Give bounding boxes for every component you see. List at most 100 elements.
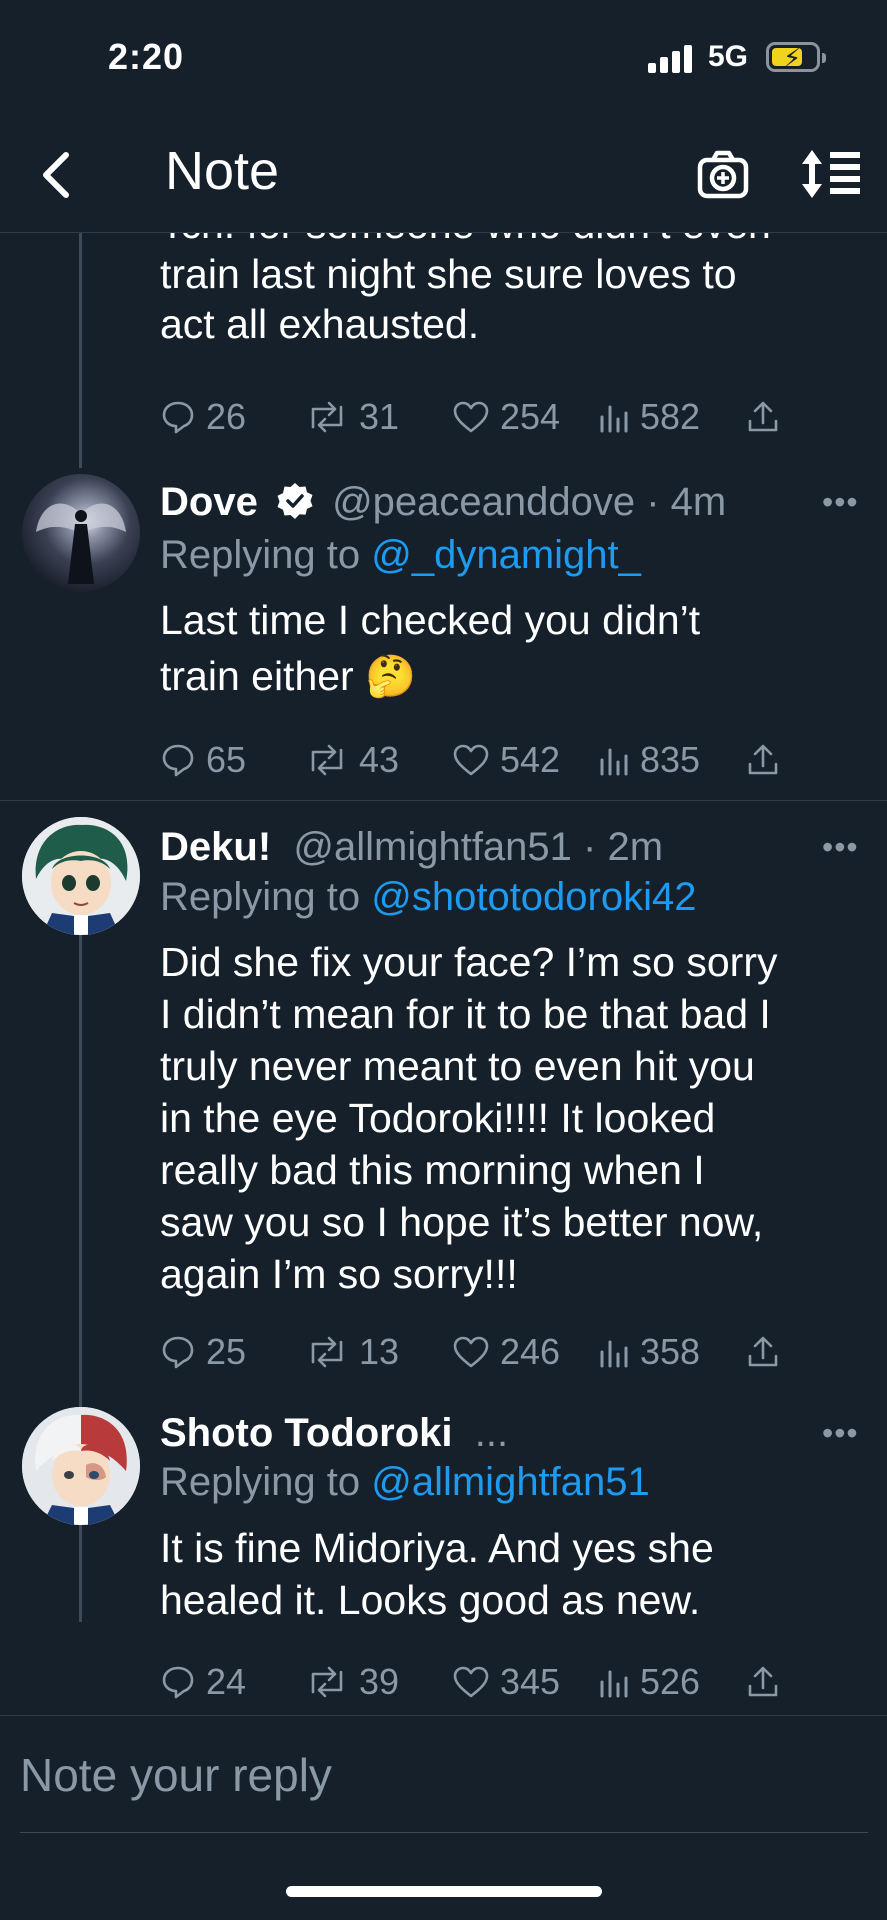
share-button[interactable] bbox=[746, 735, 790, 785]
retweet-button[interactable]: 31 bbox=[305, 392, 399, 442]
reply-mention-link[interactable]: @allmightfan51 bbox=[371, 1460, 650, 1504]
tweet-text-line: Did she fix your face? I’m so sorry bbox=[160, 939, 778, 985]
views-icon bbox=[600, 1670, 628, 1698]
replying-to: Replying to @_dynamight_ bbox=[160, 530, 641, 580]
views-button[interactable]: 582 bbox=[598, 392, 700, 442]
replying-to: Replying to @shototodoroki42 bbox=[160, 872, 697, 922]
like-count: 345 bbox=[500, 1661, 561, 1702]
share-button[interactable] bbox=[746, 1327, 790, 1377]
share-icon bbox=[748, 744, 778, 775]
thread-line bbox=[79, 232, 82, 468]
like-icon bbox=[453, 401, 489, 433]
reply-count: 65 bbox=[206, 739, 247, 780]
retweet-button[interactable]: 39 bbox=[305, 1657, 399, 1707]
retweet-icon bbox=[311, 401, 343, 433]
retweet-icon bbox=[311, 1666, 343, 1698]
reply-input[interactable]: Note your reply bbox=[20, 1748, 332, 1802]
battery-icon: ⚡ bbox=[766, 42, 826, 73]
retweet-count: 43 bbox=[359, 739, 400, 780]
tweet-text-line: train either 🤔 bbox=[160, 653, 417, 699]
tweet-text-line: act all exhausted. bbox=[160, 301, 480, 347]
home-indicator[interactable] bbox=[286, 1886, 602, 1897]
reply-mention-link[interactable]: @_dynamight_ bbox=[371, 533, 641, 577]
share-icon bbox=[748, 1666, 778, 1697]
views-count: 835 bbox=[640, 739, 701, 780]
divider bbox=[0, 800, 887, 801]
display-name[interactable]: Shoto Todoroki bbox=[160, 1411, 453, 1455]
views-count: 582 bbox=[640, 396, 701, 437]
camera-add-icon[interactable] bbox=[696, 148, 750, 202]
reply-button[interactable]: 25 bbox=[160, 1327, 246, 1377]
status-bar: 2:20 5G ⚡ bbox=[0, 0, 887, 120]
views-button[interactable]: 526 bbox=[598, 1657, 700, 1707]
tweet-header: Dove @peaceanddove · 4m bbox=[160, 477, 726, 527]
views-count: 358 bbox=[640, 1331, 701, 1372]
tweet-actions: 65 43 542 835 bbox=[160, 735, 780, 785]
more-options-icon[interactable]: ••• bbox=[822, 1415, 859, 1452]
tweet-text-line: I didn’t mean for it to be that bad I bbox=[160, 991, 771, 1037]
reply-icon bbox=[162, 1666, 194, 1699]
views-button[interactable]: 835 bbox=[598, 735, 700, 785]
retweet-count: 31 bbox=[359, 396, 400, 437]
reply-button[interactable]: 65 bbox=[160, 735, 246, 785]
reply-button[interactable]: 24 bbox=[160, 1657, 246, 1707]
status-time: 2:20 bbox=[108, 36, 185, 77]
share-icon bbox=[748, 1336, 778, 1367]
retweet-button[interactable]: 13 bbox=[305, 1327, 399, 1377]
reply-icon bbox=[162, 401, 194, 434]
like-icon bbox=[453, 1666, 489, 1698]
network-label: 5G bbox=[708, 40, 749, 73]
signal-icon bbox=[648, 45, 692, 73]
like-button[interactable]: 345 bbox=[452, 1657, 560, 1707]
reply-count: 24 bbox=[206, 1661, 247, 1702]
avatar-image bbox=[36, 503, 126, 584]
display-name[interactable]: Deku! bbox=[160, 825, 271, 869]
handle-time[interactable]: @allmightfan51 · 2m bbox=[293, 825, 663, 869]
avatar-image bbox=[22, 1407, 140, 1525]
share-button[interactable] bbox=[746, 392, 790, 442]
like-icon bbox=[453, 1336, 489, 1368]
reply-button[interactable]: 26 bbox=[160, 392, 246, 442]
like-button[interactable]: 542 bbox=[452, 735, 560, 785]
handle-truncated[interactable]: ... bbox=[475, 1411, 508, 1455]
avatar[interactable] bbox=[22, 1407, 140, 1525]
page-title: Note bbox=[165, 141, 280, 201]
views-count: 526 bbox=[640, 1661, 701, 1702]
thread-feed[interactable]: Tch. for someone who didn’t even train l… bbox=[0, 232, 887, 1715]
reply-mention-link[interactable]: @shototodoroki42 bbox=[371, 875, 696, 919]
replying-to-label: Replying to bbox=[160, 875, 372, 919]
retweet-button[interactable]: 43 bbox=[305, 735, 399, 785]
tweet-text-line: Last time I checked you didn’t bbox=[160, 597, 701, 643]
like-button[interactable]: 246 bbox=[452, 1327, 560, 1377]
tweet-text-line: again I’m so sorry!!! bbox=[160, 1251, 518, 1297]
tweet-header: Deku! @allmightfan51 · 2m bbox=[160, 822, 663, 872]
more-options-icon[interactable]: ••• bbox=[822, 829, 859, 866]
handle-time[interactable]: @peaceanddove · 4m bbox=[332, 480, 726, 524]
sort-icon[interactable] bbox=[800, 146, 864, 202]
tweet-text-line: It is fine Midoriya. And yes she bbox=[160, 1525, 714, 1571]
tweet-actions: 25 13 246 358 bbox=[160, 1327, 780, 1377]
views-button[interactable]: 358 bbox=[598, 1327, 700, 1377]
display-name[interactable]: Dove bbox=[160, 480, 258, 524]
reply-count: 26 bbox=[206, 396, 247, 437]
share-button[interactable] bbox=[746, 1657, 790, 1707]
views-icon bbox=[600, 1340, 628, 1368]
back-chevron-icon[interactable] bbox=[30, 145, 90, 205]
avatar[interactable] bbox=[22, 817, 140, 935]
more-options-icon[interactable]: ••• bbox=[822, 484, 859, 521]
share-icon bbox=[748, 401, 778, 432]
like-count: 542 bbox=[500, 739, 561, 780]
avatar[interactable] bbox=[22, 474, 140, 592]
retweet-count: 13 bbox=[359, 1331, 400, 1372]
like-count: 246 bbox=[500, 1331, 561, 1372]
tweet-text-line: healed it. Looks good as new. bbox=[160, 1577, 701, 1623]
verified-icon bbox=[277, 483, 313, 519]
views-icon bbox=[600, 405, 628, 433]
like-button[interactable]: 254 bbox=[452, 392, 560, 442]
retweet-icon bbox=[311, 744, 343, 776]
retweet-count: 39 bbox=[359, 1661, 400, 1702]
like-icon bbox=[453, 744, 489, 776]
replying-to-label: Replying to bbox=[160, 1460, 372, 1504]
views-icon bbox=[600, 748, 628, 776]
tweet-text-line: saw you so I hope it’s better now, bbox=[160, 1199, 764, 1245]
